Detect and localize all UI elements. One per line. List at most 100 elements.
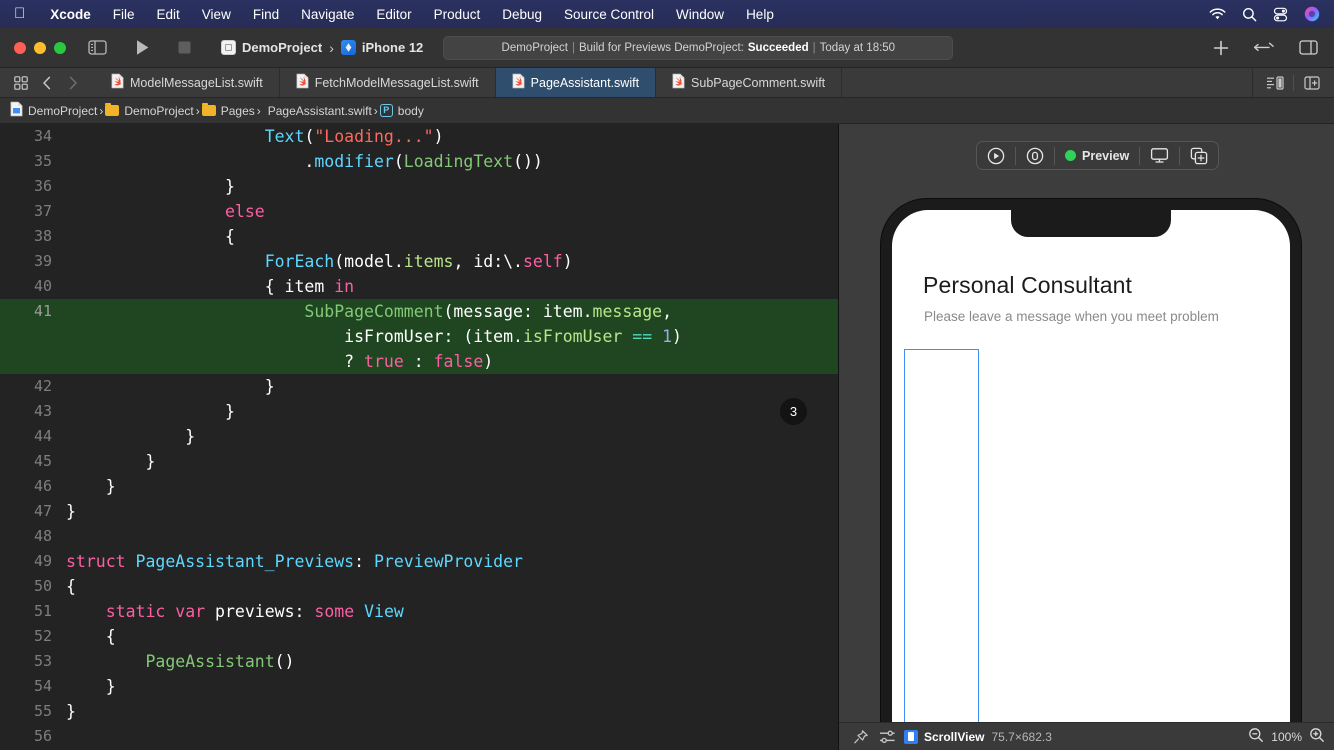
siri-icon[interactable]: [1304, 6, 1320, 22]
menu-item-product[interactable]: Product: [423, 7, 492, 22]
preview-selection-rect[interactable]: [904, 349, 979, 750]
breadcrumb-item-demoproject[interactable]: DemoProject: [8, 101, 99, 120]
zoom-button[interactable]: [54, 41, 66, 54]
code-line[interactable]: 49 struct PageAssistant_Previews: Preview…: [0, 549, 838, 574]
breadcrumb-item-demoproject[interactable]: DemoProject: [103, 102, 195, 118]
code-line[interactable]: 43 }: [0, 399, 838, 424]
breadcrumb-item-pageassistant[interactable]: PageAssistant.swift: [261, 104, 374, 130]
menu-item-find[interactable]: Find: [242, 7, 290, 22]
menu-item-edit[interactable]: Edit: [146, 7, 191, 22]
minimize-button[interactable]: [34, 41, 46, 54]
code-line[interactable]: ? true : false): [0, 349, 838, 374]
activity-separator-1: |: [571, 41, 575, 54]
line-number: 50: [33, 577, 52, 595]
breadcrumb-item-body[interactable]: Pbody: [378, 104, 426, 118]
code-line[interactable]: 46 }: [0, 474, 838, 499]
code-line[interactable]: 52 {: [0, 624, 838, 649]
sliders-icon[interactable]: [874, 724, 900, 750]
search-icon[interactable]: [1242, 7, 1257, 22]
menu-item-view[interactable]: View: [191, 7, 242, 22]
line-number: 49: [33, 552, 52, 570]
plus-icon[interactable]: [1213, 40, 1229, 56]
tab-modelmessagelist[interactable]: ModelMessageList.swift: [95, 68, 280, 97]
code-line[interactable]: 47}: [0, 499, 838, 524]
code-line[interactable]: 36 }: [0, 174, 838, 199]
minimap-toggle-icon[interactable]: [1261, 69, 1289, 97]
menu-item-debug[interactable]: Debug: [491, 7, 553, 22]
split-editor-icon[interactable]: [1298, 69, 1326, 97]
code-line-text: }: [105, 477, 116, 496]
display-monitor-icon[interactable]: [1140, 142, 1179, 169]
preview-device-frame[interactable]: Personal Consultant Please leave a messa…: [881, 199, 1301, 750]
code-line[interactable]: 55}: [0, 699, 838, 724]
code-line[interactable]: 44 }: [0, 424, 838, 449]
code-line[interactable]: 51 static var previews: some View: [0, 599, 838, 624]
zoom-in-icon[interactable]: [1309, 727, 1325, 746]
code-line[interactable]: 35 .modifier(LoadingText()): [0, 149, 838, 174]
duplicate-add-icon[interactable]: [1180, 142, 1218, 169]
tab-fetchmodelmessagelist[interactable]: FetchModelMessageList.swift: [280, 68, 496, 97]
device-notch: [1011, 210, 1171, 237]
code-line[interactable]: 40 { item in: [0, 274, 838, 299]
code-line[interactable]: 56: [0, 724, 838, 749]
zoom-out-icon[interactable]: [1248, 727, 1264, 746]
sidebar-toggle-icon[interactable]: [88, 40, 107, 55]
code-line[interactable]: 50 {: [0, 574, 838, 599]
chevron-left-icon[interactable]: [34, 69, 60, 97]
menu-item-file[interactable]: File: [102, 7, 146, 22]
tab-subpagecomment[interactable]: SubPageComment.swift: [656, 68, 843, 97]
code-line[interactable]: 37 else: [0, 199, 838, 224]
preview-status-label: Preview: [1082, 148, 1130, 163]
code-line-text: {: [66, 577, 76, 596]
code-line[interactable]: 45 }: [0, 449, 838, 474]
chevron-right-icon[interactable]: [60, 69, 86, 97]
menu-item-window[interactable]: Window: [665, 7, 735, 22]
selected-element-name[interactable]: ScrollView: [924, 730, 984, 744]
code-line-text: }: [145, 452, 156, 471]
code-line[interactable]: 38 {: [0, 224, 838, 249]
tab-overview-grid-icon[interactable]: [8, 69, 34, 97]
code-line[interactable]: 42 }: [0, 374, 838, 399]
inspector-toggle-icon[interactable]: [1299, 40, 1318, 55]
breadcrumb-item-pages[interactable]: Pages: [200, 102, 257, 118]
code-line[interactable]: 39 ForEach(model.items, id:\.self): [0, 249, 838, 274]
control-center-icon[interactable]: [1273, 7, 1288, 22]
code-line[interactable]: 48: [0, 524, 838, 549]
preview-canvas[interactable]: Preview Personal Consultant Please leave…: [839, 124, 1334, 750]
source-editor[interactable]: 34 Text("Loading...") 35 .modifier(Loadin…: [0, 124, 838, 750]
tab-label: PageAssistant.swift: [530, 75, 640, 90]
pause-circle-icon[interactable]: [1016, 142, 1054, 169]
code-line[interactable]: 53 PageAssistant(): [0, 649, 838, 674]
line-number: 51: [33, 602, 52, 620]
activity-status-view[interactable]: DemoProject | Build for Previews DemoPro…: [443, 35, 954, 60]
code-line[interactable]: 54 }: [0, 674, 838, 699]
scheme-selector[interactable]: DemoProject › iPhone 12: [221, 40, 423, 56]
stop-square-icon[interactable]: [178, 41, 191, 54]
menu-item-xcode[interactable]: Xcode: [39, 7, 102, 22]
wifi-icon[interactable]: [1209, 7, 1226, 21]
inline-results-badge[interactable]: 3: [780, 398, 807, 425]
undo-redo-icon[interactable]: [1253, 41, 1275, 55]
play-circle-icon[interactable]: [977, 142, 1015, 169]
scheme-name[interactable]: DemoProject: [242, 40, 322, 55]
run-play-icon[interactable]: [135, 39, 150, 56]
line-number: 56: [33, 727, 52, 745]
preview-device-screen[interactable]: Personal Consultant Please leave a messa…: [892, 210, 1290, 750]
menu-item-source-control[interactable]: Source Control: [553, 7, 665, 22]
destination-name[interactable]: iPhone 12: [362, 40, 423, 55]
close-button[interactable]: [14, 41, 26, 54]
code-line[interactable]: 34 Text("Loading..."): [0, 124, 838, 149]
pin-icon[interactable]: [848, 724, 874, 750]
apple-logo-icon[interactable]: : [14, 6, 25, 23]
code-line[interactable]: 41 SubPageComment(message: item.message,: [0, 299, 838, 324]
code-line[interactable]: isFromUser: (item.isFromUser == 1): [0, 324, 838, 349]
menu-item-editor[interactable]: Editor: [365, 7, 422, 22]
tab-pageassistant[interactable]: PageAssistant.swift: [495, 68, 657, 97]
code-line-text: }: [224, 177, 235, 196]
menu-item-help[interactable]: Help: [735, 7, 785, 22]
preview-status[interactable]: Preview: [1055, 142, 1139, 169]
line-number: 34: [33, 127, 52, 145]
line-number: 55: [33, 702, 52, 720]
code-content[interactable]: 34 Text("Loading...") 35 .modifier(Loadin…: [0, 124, 838, 750]
menu-item-navigate[interactable]: Navigate: [290, 7, 365, 22]
